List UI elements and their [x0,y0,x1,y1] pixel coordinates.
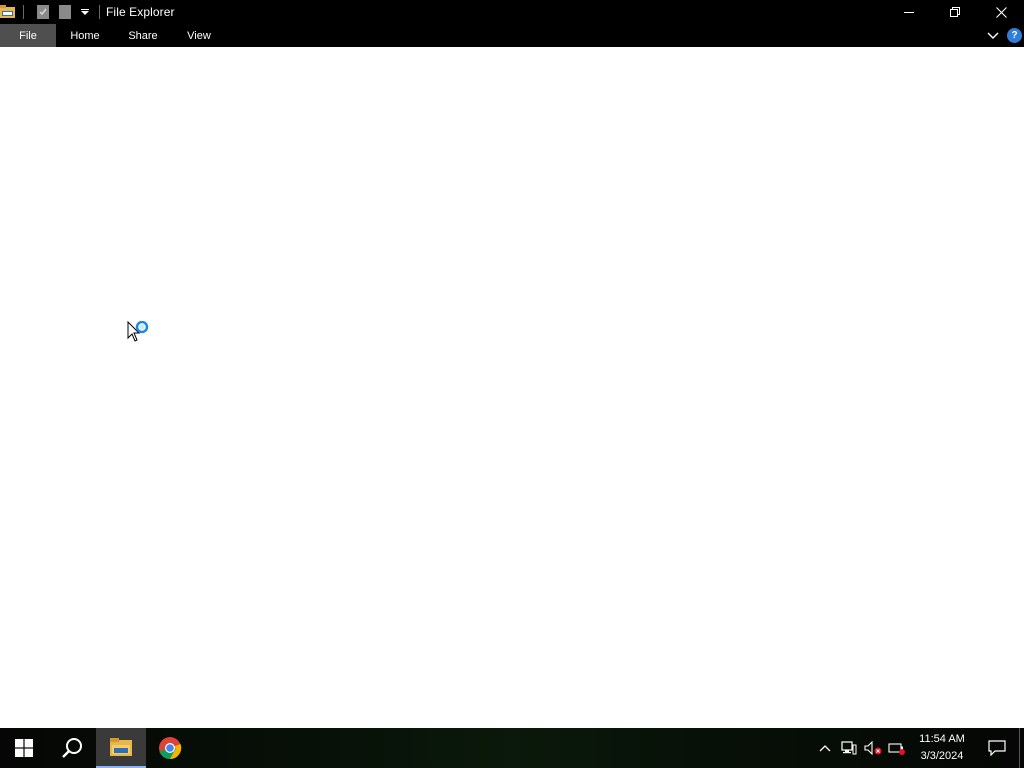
tab-share-label: Share [128,29,158,42]
minimize-icon [904,12,914,13]
tab-file[interactable]: File [0,24,56,47]
qat-separator [99,5,100,19]
network-icon [841,741,857,755]
taskbar-chrome[interactable] [146,728,194,768]
tab-view-label: View [187,29,211,42]
chrome-icon [159,737,182,760]
tab-home[interactable]: Home [56,24,114,47]
volume-button[interactable] [861,728,885,768]
busy-cursor-icon [127,321,149,342]
properties-icon[interactable] [35,4,51,20]
folder-icon[interactable] [0,4,16,20]
content-area[interactable] [0,47,1024,728]
system-tray: 11:54 AM 3/3/2024 [813,728,1024,768]
close-button[interactable] [978,0,1024,24]
tab-view[interactable]: View [172,24,226,47]
restore-button[interactable] [932,0,978,24]
restore-icon [950,7,960,17]
volume-muted-icon [864,741,882,755]
search-icon [62,738,82,758]
clock-time: 11:54 AM [919,733,965,745]
qat-separator [23,5,24,19]
windows-logo-icon [15,739,33,757]
tab-file-label: File [19,29,37,42]
battery-button[interactable] [885,728,909,768]
network-button[interactable] [837,728,861,768]
show-desktop-button[interactable] [1019,728,1024,768]
show-hidden-icons-button[interactable] [813,728,837,768]
ribbon-tabs: File Home Share View ? [0,24,1024,47]
expand-ribbon-icon[interactable] [987,27,999,45]
notification-icon [988,740,1006,756]
window-controls [886,0,1024,24]
quick-access-toolbar [0,0,100,24]
tab-share[interactable]: Share [114,24,172,47]
folder-icon [110,738,132,756]
battery-icon [888,743,905,755]
new-folder-icon[interactable] [57,4,73,20]
ribbon-right-controls: ? [987,24,1022,47]
clock[interactable]: 11:54 AM 3/3/2024 [909,728,975,768]
action-center-button[interactable] [975,728,1019,768]
close-icon [995,6,1007,18]
window-title: File Explorer [106,5,175,19]
clock-date: 3/3/2024 [920,750,964,762]
tab-home-label: Home [70,29,100,42]
chevron-up-icon [819,745,831,752]
start-button[interactable] [0,728,48,768]
title-bar: File Explorer [0,0,1024,24]
taskbar: 11:54 AM 3/3/2024 [0,728,1024,768]
taskbar-file-explorer[interactable] [96,728,146,768]
search-button[interactable] [48,728,96,768]
customize-dropdown-icon[interactable] [77,4,93,20]
help-icon[interactable]: ? [1007,28,1022,43]
minimize-button[interactable] [886,0,932,24]
